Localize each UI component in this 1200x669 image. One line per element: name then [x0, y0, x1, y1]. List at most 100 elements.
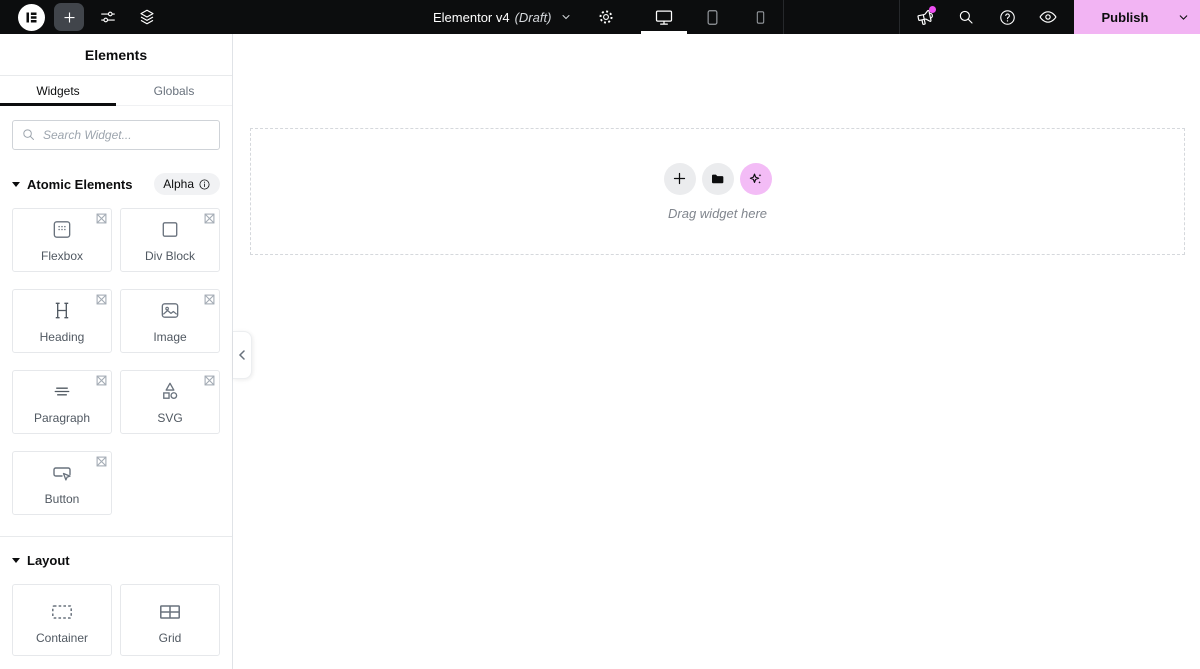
eye-icon [1039, 11, 1057, 23]
topbar-center-group: Elementor v4 (Draft) [433, 0, 784, 34]
publish-button[interactable]: Publish [1074, 10, 1166, 25]
gear-icon [599, 10, 613, 24]
preview-button[interactable] [1036, 5, 1060, 29]
chevron-down-icon [1179, 14, 1187, 20]
widget-card-flexbox[interactable]: Flexbox [12, 208, 112, 272]
top-bar: Elementor v4 (Draft) Publish [0, 0, 1200, 34]
atomic-widgets-grid: Flexbox Div Block Heading Image Paragrap… [0, 208, 232, 515]
panel-tabs: Widgets Globals [0, 76, 232, 106]
notification-dot [929, 6, 936, 13]
topbar-separator [783, 0, 784, 34]
widget-label: Heading [39, 330, 85, 344]
device-switcher [640, 0, 784, 34]
layout-widgets-grid: Container Grid [0, 584, 232, 656]
site-settings-button[interactable] [93, 3, 123, 31]
add-widget-button[interactable] [663, 162, 696, 195]
experiment-icon [204, 213, 215, 224]
elements-panel: Elements Widgets Globals Atomic Elements… [0, 34, 233, 669]
panel-title: Elements [84, 46, 148, 63]
section-caret-icon [12, 557, 20, 563]
template-library-button[interactable] [701, 162, 734, 195]
topbar-separator [899, 0, 900, 34]
widget-card-heading[interactable]: Heading [12, 289, 112, 353]
alpha-badge-label: Alpha [163, 177, 194, 191]
ai-generate-button[interactable] [739, 162, 772, 195]
structure-button[interactable] [132, 3, 162, 31]
experiment-icon [96, 375, 107, 386]
experiment-icon [96, 456, 107, 467]
folder-icon [711, 174, 723, 183]
desktop-icon [656, 10, 673, 25]
panel-collapse-handle[interactable] [233, 331, 252, 379]
widget-label: SVG [157, 411, 183, 425]
tablet-icon [707, 9, 718, 25]
image-icon [161, 303, 179, 318]
grid-icon [160, 605, 180, 619]
widget-card-container[interactable]: Container [12, 584, 112, 656]
experiment-icon [204, 294, 215, 305]
topbar-left-group [18, 0, 162, 34]
mobile-icon [756, 10, 765, 24]
section-layout-header[interactable]: Layout [0, 549, 232, 571]
experiment-icon [204, 375, 215, 386]
topbar-right-group [913, 0, 1060, 34]
elementor-logo[interactable] [18, 3, 45, 31]
search-icon [959, 10, 973, 24]
adjustments-icon [101, 11, 115, 23]
widget-label: Grid [158, 631, 182, 645]
section-atomic-elements-header[interactable]: Atomic Elements Alpha [0, 173, 232, 195]
tab-globals[interactable]: Globals [116, 76, 232, 105]
widget-label: Flexbox [40, 249, 84, 263]
section-divider [0, 536, 232, 537]
drop-zone-actions [663, 162, 772, 195]
plus-icon [673, 172, 686, 185]
document-switcher[interactable]: Elementor v4 (Draft) [433, 10, 572, 25]
experiment-icon [96, 213, 107, 224]
widget-label: Div Block [144, 249, 195, 263]
widget-search-input[interactable] [12, 120, 220, 150]
search-icon [23, 129, 34, 140]
widget-card-grid[interactable]: Grid [120, 584, 220, 656]
page-settings-button[interactable] [594, 5, 618, 29]
widget-label: Paragraph [33, 411, 91, 425]
help-button[interactable] [995, 5, 1019, 29]
publish-options-button[interactable] [1166, 0, 1200, 34]
widget-card-div-block[interactable]: Div Block [120, 208, 220, 272]
section-caret-icon [12, 181, 20, 187]
alpha-badge[interactable]: Alpha [154, 173, 220, 195]
finder-search-button[interactable] [954, 5, 978, 29]
drop-hint-text: Drag widget here [668, 205, 767, 221]
elementor-logo-icon [26, 12, 37, 22]
device-tablet-button[interactable] [688, 0, 736, 34]
tab-widgets[interactable]: Widgets [0, 76, 116, 106]
svg-shapes-icon [163, 382, 178, 399]
add-element-button[interactable] [54, 3, 84, 31]
publish-split-button: Publish [1074, 0, 1200, 34]
plus-icon [64, 12, 74, 22]
experiment-icon [96, 294, 107, 305]
button-icon [53, 467, 71, 481]
help-icon [999, 9, 1015, 25]
empty-section-drop-zone[interactable]: Drag widget here [250, 128, 1185, 255]
chevron-down-icon [562, 15, 570, 20]
widget-card-image[interactable]: Image [120, 289, 220, 353]
paragraph-icon [54, 387, 70, 396]
widget-label: Image [153, 330, 187, 344]
widget-card-svg[interactable]: SVG [120, 370, 220, 434]
widget-label: Button [44, 492, 80, 506]
editor-canvas[interactable]: Drag widget here [234, 34, 1200, 669]
div-block-icon [162, 222, 178, 237]
device-desktop-button[interactable] [640, 0, 688, 34]
device-mobile-button[interactable] [736, 0, 784, 34]
widget-card-button[interactable]: Button [12, 451, 112, 515]
container-icon [52, 605, 72, 619]
layers-icon [140, 9, 154, 25]
sparkles-icon [749, 173, 761, 184]
info-icon [199, 178, 210, 190]
chevron-left-icon [238, 350, 245, 360]
widget-label: Container [35, 631, 89, 645]
document-status: (Draft) [514, 9, 552, 25]
whats-new-button[interactable] [913, 5, 937, 29]
widget-search [0, 106, 232, 150]
widget-card-paragraph[interactable]: Paragraph [12, 370, 112, 434]
